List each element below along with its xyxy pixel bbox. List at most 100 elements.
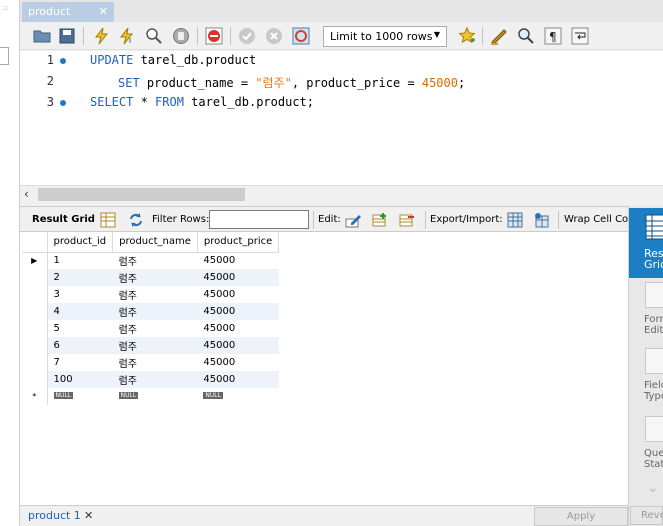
scrollbar-thumb[interactable]: [38, 188, 245, 201]
toolbar-separator: [83, 27, 84, 45]
execute-current-icon[interactable]: I: [118, 27, 136, 45]
table-cell[interactable]: 럼주: [112, 303, 198, 320]
row-marker[interactable]: [22, 303, 48, 320]
panel-label: Quer: [644, 448, 663, 459]
table-row[interactable]: ▶ 1 럼주 45000: [22, 252, 279, 269]
auto-commit-icon[interactable]: [292, 27, 310, 45]
result-grid[interactable]: product_id product_name product_price ▶ 1…: [20, 232, 628, 505]
table-cell[interactable]: 럼주: [112, 371, 198, 388]
table-cell[interactable]: NULL: [112, 388, 198, 405]
table-row[interactable]: 100 럼주 45000: [22, 371, 279, 388]
close-icon[interactable]: ✕: [84, 509, 93, 522]
table-cell[interactable]: 45000: [197, 269, 279, 286]
revert-button[interactable]: Rever: [630, 506, 663, 525]
line-number: 1: [46, 53, 54, 67]
table-row[interactable]: 2 럼주 45000: [22, 269, 279, 286]
table-cell[interactable]: 럼주: [112, 320, 198, 337]
tab-product[interactable]: product ✕: [22, 2, 114, 22]
import-icon[interactable]: [533, 212, 549, 228]
row-marker[interactable]: [22, 371, 48, 388]
rollback-icon[interactable]: [265, 27, 283, 45]
filter-rows-input[interactable]: [209, 210, 309, 229]
table-cell[interactable]: 45000: [197, 337, 279, 354]
find-icon[interactable]: [517, 27, 535, 45]
table-cell[interactable]: 6: [47, 337, 113, 354]
table-row[interactable]: 5 럼주 45000: [22, 320, 279, 337]
table-cell[interactable]: 45000: [197, 286, 279, 303]
limit-rows-select[interactable]: Limit to 1000 rows ▼: [323, 26, 447, 47]
table-cell[interactable]: 럼주: [112, 286, 198, 303]
word-wrap-icon[interactable]: [571, 27, 589, 45]
result-grid-panel-button[interactable]: Resu Grid: [629, 208, 663, 278]
table-cell[interactable]: 럼주: [112, 337, 198, 354]
invisible-characters-icon[interactable]: ¶: [544, 27, 562, 45]
current-row-marker-icon[interactable]: ▶: [22, 252, 48, 269]
wrap-cell-content-label[interactable]: Wrap Cell Con: [564, 214, 635, 225]
scroll-left-icon[interactable]: ‹: [24, 187, 29, 201]
table-cell[interactable]: NULL: [47, 388, 113, 405]
column-header[interactable]: product_price: [197, 232, 280, 253]
table-cell[interactable]: 5: [47, 320, 113, 337]
table-cell[interactable]: 럼주: [112, 252, 198, 269]
table-cell[interactable]: NULL: [197, 388, 279, 405]
save-icon[interactable]: [58, 27, 76, 45]
insert-row-icon[interactable]: [372, 212, 388, 228]
form-editor-panel-button[interactable]: Form Edito: [629, 282, 663, 342]
apply-button[interactable]: Apply: [534, 507, 628, 526]
stop-icon[interactable]: [172, 27, 190, 45]
navigator-search-input[interactable]: [0, 47, 9, 65]
chevron-down-icon[interactable]: ⌄: [647, 480, 659, 496]
new-row[interactable]: * NULL NULL NULL: [22, 388, 279, 405]
execute-icon[interactable]: [93, 27, 111, 45]
drag-handle-icon[interactable]: ⁙: [2, 4, 9, 13]
row-marker-header: [22, 232, 48, 253]
result-grid-label[interactable]: Result Grid: [32, 214, 95, 225]
table-cell[interactable]: 7: [47, 354, 113, 371]
table-cell[interactable]: 45000: [197, 303, 279, 320]
field-types-panel-button[interactable]: Field Type: [629, 348, 663, 408]
column-header[interactable]: product_name: [112, 232, 198, 253]
export-icon[interactable]: [507, 212, 523, 228]
table-cell[interactable]: 45000: [197, 354, 279, 371]
open-folder-icon[interactable]: [33, 27, 51, 45]
beautify-icon[interactable]: [490, 27, 508, 45]
row-marker[interactable]: [22, 320, 48, 337]
delete-row-icon[interactable]: [399, 212, 415, 228]
query-tab-bar: product ✕: [20, 0, 663, 22]
table-cell[interactable]: 45000: [197, 252, 279, 269]
table-cell[interactable]: 럼주: [112, 354, 198, 371]
table-row[interactable]: 4 럼주 45000: [22, 303, 279, 320]
column-header[interactable]: product_id: [47, 232, 114, 253]
edit-row-icon[interactable]: [345, 212, 361, 228]
toggle-stop-on-error-icon[interactable]: [205, 27, 223, 45]
query-stats-panel-button[interactable]: Quer Stati: [629, 416, 663, 476]
editor-line: 3 SELECT * FROM tarel_db.product;: [20, 95, 663, 115]
table-cell[interactable]: 4: [47, 303, 113, 320]
table-cell[interactable]: 100: [47, 371, 113, 388]
row-marker[interactable]: [22, 286, 48, 303]
explain-icon[interactable]: [145, 27, 163, 45]
statement-marker-icon: [60, 58, 66, 64]
table-cell[interactable]: 3: [47, 286, 113, 303]
result-table[interactable]: product_id product_name product_price ▶ 1…: [22, 232, 280, 405]
refresh-icon[interactable]: [128, 212, 144, 228]
table-cell[interactable]: 45000: [197, 320, 279, 337]
table-cell[interactable]: 1: [47, 252, 113, 269]
table-row[interactable]: 6 럼주 45000: [22, 337, 279, 354]
row-marker[interactable]: [22, 354, 48, 371]
table-cell[interactable]: 럼주: [112, 269, 198, 286]
sql-editor[interactable]: 1 UPDATE tarel_db.product 2 SET product_…: [20, 51, 663, 185]
add-snippet-icon[interactable]: [458, 27, 476, 45]
close-icon[interactable]: ✕: [99, 5, 108, 18]
table-row[interactable]: 3 럼주 45000: [22, 286, 279, 303]
row-marker[interactable]: [22, 269, 48, 286]
table-cell[interactable]: 45000: [197, 371, 279, 388]
commit-icon[interactable]: [238, 27, 256, 45]
editor-horizontal-scrollbar[interactable]: ‹: [20, 185, 663, 202]
table-row[interactable]: 7 럼주 45000: [22, 354, 279, 371]
row-marker[interactable]: [22, 337, 48, 354]
table-cell[interactable]: 2: [47, 269, 113, 286]
grid-view-icon[interactable]: [100, 212, 116, 228]
result-side-panel: Resu Grid Form Edito Field Type Quer Sta…: [628, 206, 663, 526]
result-tab-product-1[interactable]: product 1: [28, 509, 81, 522]
